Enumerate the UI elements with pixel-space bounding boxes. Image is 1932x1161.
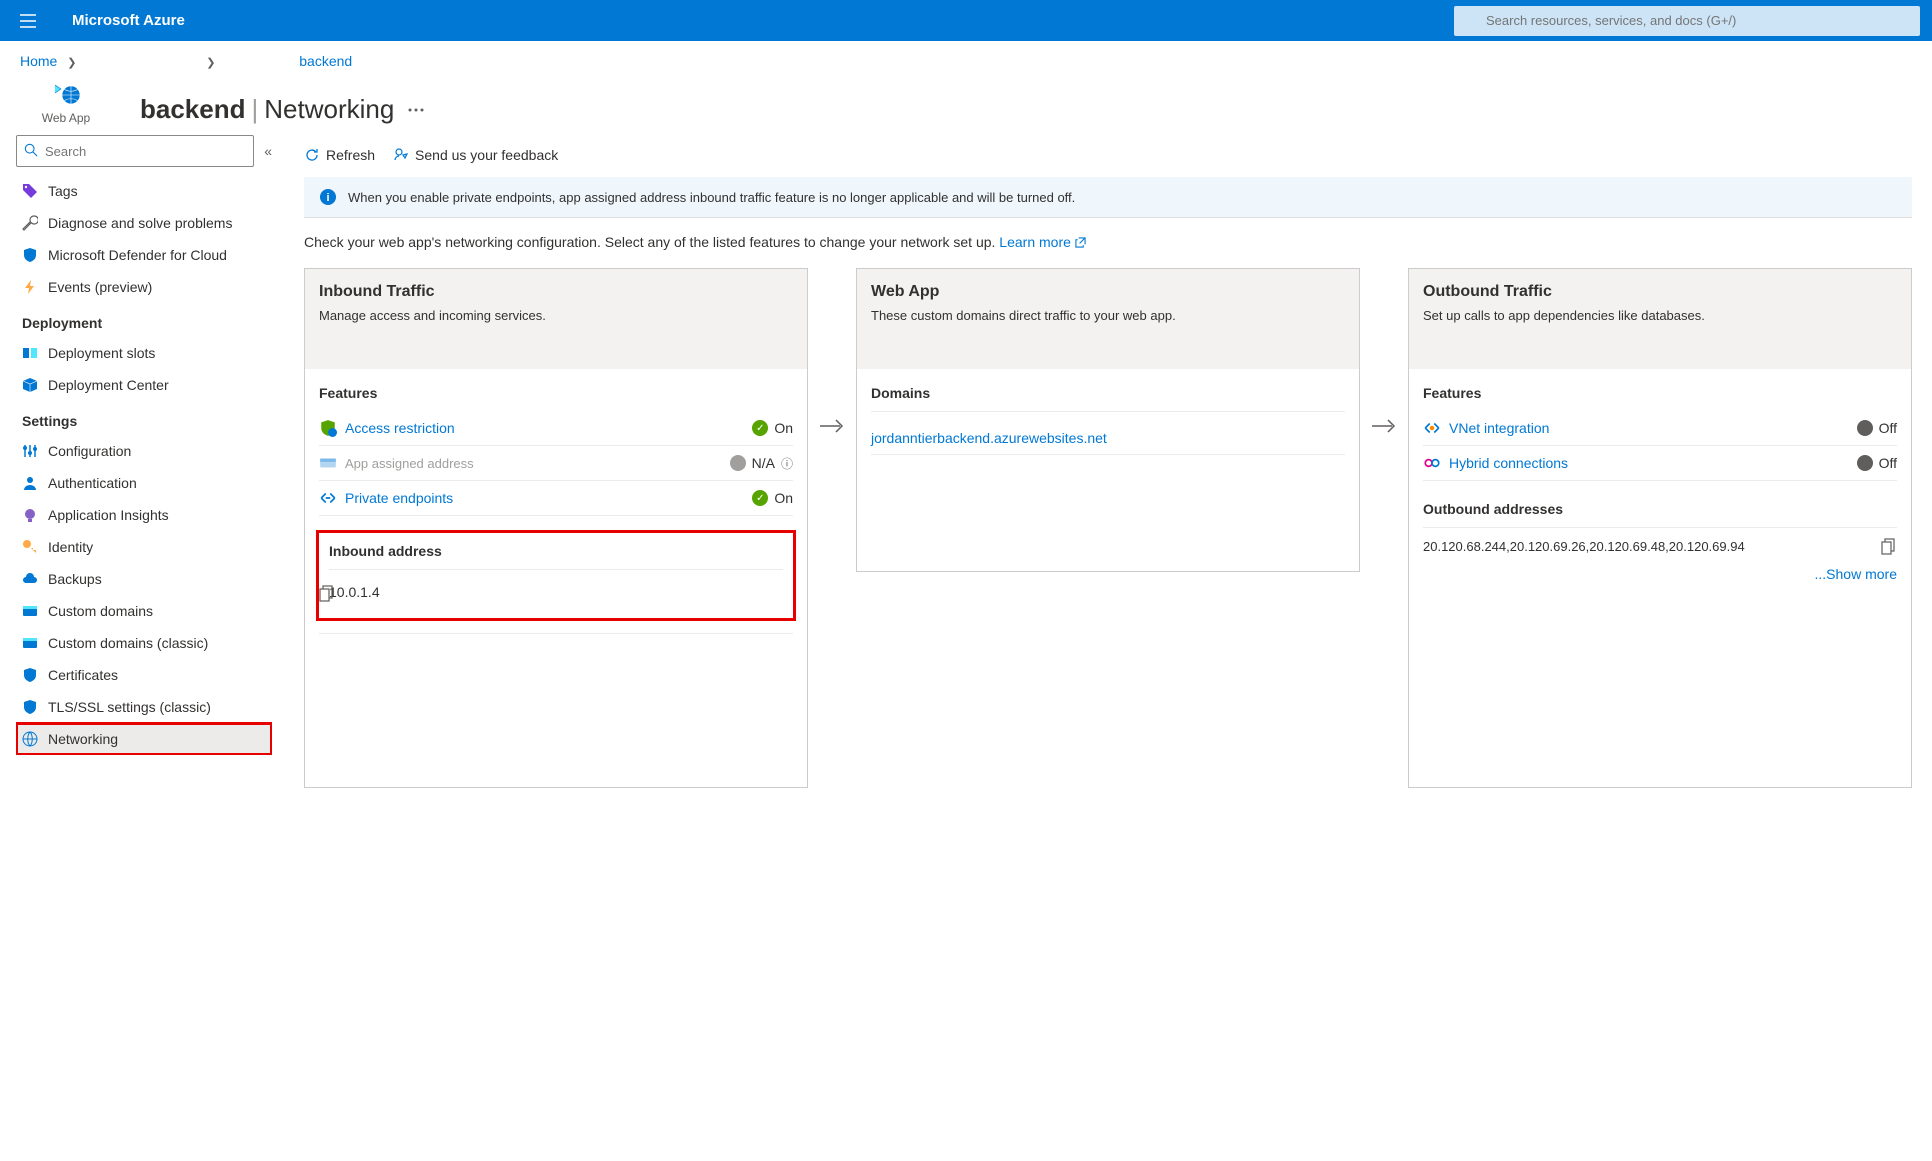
sidebar-item-tags[interactable]: Tags [16, 175, 272, 207]
sidebar-item-backups[interactable]: Backups [16, 563, 272, 595]
webapp-icon [51, 77, 81, 107]
show-more-link[interactable]: ...Show more [1423, 566, 1897, 582]
cloud-icon [22, 571, 38, 587]
intro-text: Check your web app's networking configur… [304, 234, 1912, 250]
sidebar-item-certificates[interactable]: Certificates [16, 659, 272, 691]
shield-icon [319, 419, 337, 437]
feedback-button[interactable]: Send us your feedback [393, 147, 558, 163]
chevron-right-icon: ❯ [206, 57, 215, 69]
sidebar-item-defender[interactable]: Microsoft Defender for Cloud [16, 239, 272, 271]
lightning-icon [22, 279, 38, 295]
chevron-right-icon: ❯ [67, 57, 76, 69]
sidebar-item-networking[interactable]: Networking [16, 723, 272, 755]
sidebar-item-identity[interactable]: Identity [16, 531, 272, 563]
more-icon[interactable] [408, 108, 424, 112]
shield-icon [22, 699, 38, 715]
refresh-icon [304, 147, 320, 163]
arrow-right-icon [820, 268, 844, 434]
sidebar-item-insights[interactable]: Application Insights [16, 499, 272, 531]
endpoint-icon [319, 489, 337, 507]
app-assigned-address-label: App assigned address [345, 456, 474, 471]
wrench-icon [22, 215, 38, 231]
info-banner: i When you enable private endpoints, app… [304, 177, 1912, 218]
sliders-icon [22, 443, 38, 459]
brand-label: Microsoft Azure [72, 12, 185, 29]
resource-type-label: Web App [42, 111, 90, 125]
learn-more-link[interactable]: Learn more [999, 234, 1085, 250]
status-off-icon [1857, 455, 1873, 471]
tag-icon [22, 183, 38, 199]
search-icon [24, 143, 38, 157]
shield-icon [22, 247, 38, 263]
status-off-icon [1857, 420, 1873, 436]
domain-link[interactable]: jordanntierbackend.azurewebsites.net [871, 422, 1345, 455]
page-title: backend|Networking [140, 94, 394, 125]
info-icon[interactable]: ⓘ [781, 455, 793, 472]
person-icon [22, 475, 38, 491]
sidebar: « Tags Diagnose and solve problems Micro… [0, 135, 288, 808]
sidebar-item-authentication[interactable]: Authentication [16, 467, 272, 499]
box-icon [22, 377, 38, 393]
sidebar-item-custom-domains[interactable]: Custom domains [16, 595, 272, 627]
address-icon [319, 454, 337, 472]
sidebar-item-custom-domains-classic[interactable]: Custom domains (classic) [16, 627, 272, 659]
outbound-addresses-value: 20.120.68.244,20.120.69.26,20.120.69.48,… [1423, 538, 1745, 556]
status-na-icon [730, 455, 746, 471]
outbound-traffic-card: Outbound Traffic Set up calls to app dep… [1408, 268, 1912, 788]
status-on-icon: ✓ [752, 490, 768, 506]
network-icon [22, 731, 38, 747]
domain-icon [22, 635, 38, 651]
sidebar-item-deployment-slots[interactable]: Deployment slots [16, 337, 272, 369]
global-search-input[interactable] [1454, 6, 1920, 36]
main-content: Refresh Send us your feedback i When you… [288, 135, 1932, 808]
top-bar: Microsoft Azure [0, 0, 1932, 41]
bulb-icon [22, 507, 38, 523]
status-on-icon: ✓ [752, 420, 768, 436]
sidebar-item-deployment-center[interactable]: Deployment Center [16, 369, 272, 401]
breadcrumb-home[interactable]: Home [20, 53, 57, 69]
svg-text:i: i [326, 192, 329, 204]
hybrid-connections-link[interactable]: Hybrid connections [1449, 455, 1568, 471]
vnet-icon [1423, 419, 1441, 437]
copy-icon[interactable] [1881, 538, 1897, 556]
breadcrumb: Home ❯ ❯ backend [0, 41, 1932, 73]
inbound-traffic-card: Inbound Traffic Manage access and incomi… [304, 268, 808, 788]
shield-icon [22, 667, 38, 683]
sidebar-section-deployment: Deployment [16, 303, 272, 337]
sidebar-section-settings: Settings [16, 401, 272, 435]
inbound-address-highlight: Inbound address 10.0.1.4 [316, 530, 796, 621]
sidebar-search-input[interactable] [16, 135, 254, 167]
collapse-sidebar-icon[interactable]: « [264, 143, 272, 159]
inbound-address-value: 10.0.1.4 [329, 584, 380, 600]
sidebar-item-configuration[interactable]: Configuration [16, 435, 272, 467]
access-restriction-link[interactable]: Access restriction [345, 420, 455, 436]
copy-icon[interactable] [319, 585, 787, 603]
arrow-right-icon [1372, 268, 1396, 434]
breadcrumb-resource[interactable]: backend [299, 53, 352, 69]
sidebar-item-diagnose[interactable]: Diagnose and solve problems [16, 207, 272, 239]
webapp-card: Web App These custom domains direct traf… [856, 268, 1360, 572]
info-icon: i [320, 189, 336, 205]
sidebar-item-tls[interactable]: TLS/SSL settings (classic) [16, 691, 272, 723]
private-endpoints-link[interactable]: Private endpoints [345, 490, 453, 506]
feedback-icon [393, 147, 409, 163]
slots-icon [22, 345, 38, 361]
hamburger-icon[interactable] [12, 14, 44, 28]
refresh-button[interactable]: Refresh [304, 147, 375, 163]
hybrid-icon [1423, 454, 1441, 472]
domain-icon [22, 603, 38, 619]
vnet-integration-link[interactable]: VNet integration [1449, 420, 1549, 436]
key-icon [22, 539, 38, 555]
sidebar-item-events[interactable]: Events (preview) [16, 271, 272, 303]
